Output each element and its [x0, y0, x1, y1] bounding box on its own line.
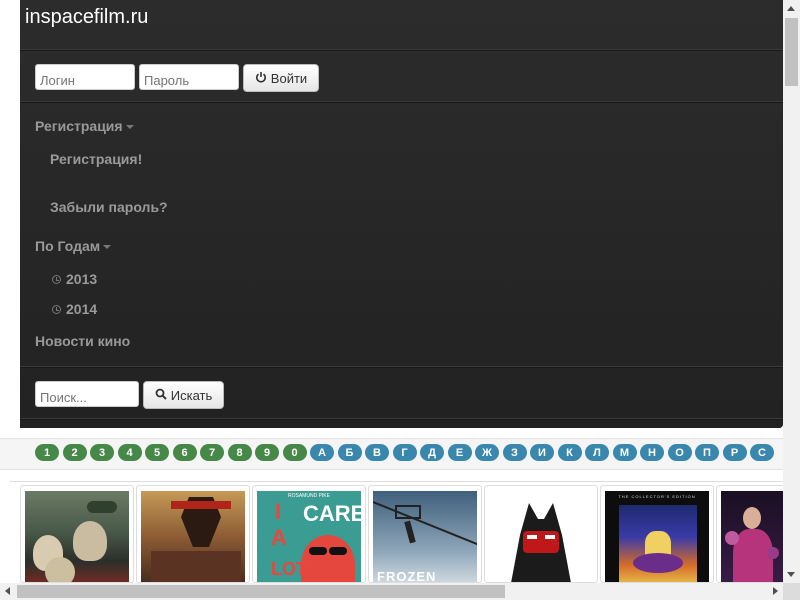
movie-poster[interactable]: [716, 485, 783, 583]
menu-news[interactable]: Новости кино: [35, 333, 130, 349]
menu-item-year-2013[interactable]: 2013: [52, 271, 97, 287]
power-icon: [255, 71, 267, 86]
alphabet-badge-letter[interactable]: И: [530, 444, 554, 461]
menu-registration-label: Регистрация: [35, 118, 123, 134]
poster-top-text: THE COLLECTOR'S EDITION: [618, 494, 696, 499]
horizontal-scrollbar[interactable]: [0, 583, 783, 600]
movie-poster[interactable]: THE COLLECTOR'S EDITION: [600, 485, 714, 583]
alphabet-badge-digit[interactable]: 9: [255, 444, 279, 461]
top-navbar: inspacefilm.ru Войти Регистрация Регистр…: [0, 0, 783, 428]
poster-image: [141, 491, 245, 582]
movie-poster[interactable]: [136, 485, 250, 583]
poster-top-text: ROSAMUND PIKE: [288, 493, 330, 499]
page-viewport: inspacefilm.ru Войти Регистрация Регистр…: [0, 0, 783, 583]
poster-title-i: I: [275, 499, 282, 524]
search-button[interactable]: Искать: [143, 381, 224, 409]
poster-title-care: CARE: [303, 501, 361, 526]
menu-item-forgot-password[interactable]: Забыли пароль?: [50, 199, 168, 215]
alphabet-badge-letter[interactable]: М: [612, 444, 637, 461]
poster-image: [25, 491, 129, 582]
alphabet-badge-letter[interactable]: Г: [392, 444, 417, 461]
alphabet-badge-digit[interactable]: 4: [117, 444, 142, 461]
alphabet-badge-letter[interactable]: А: [310, 444, 334, 461]
alphabet-badge-letter[interactable]: Л: [585, 444, 609, 461]
navbar-divider: [20, 101, 783, 103]
poster-image: FROZEN: [373, 491, 477, 583]
alphabet-badge-digit[interactable]: 2: [62, 444, 87, 461]
alphabet-badge-letter[interactable]: Б: [337, 444, 362, 461]
alphabet-badge-letter[interactable]: Д: [420, 444, 444, 461]
alphabet-badge-letter[interactable]: Ж: [475, 444, 499, 461]
alphabet-badge-letter[interactable]: Н: [640, 444, 664, 461]
horizontal-scroll-thumb[interactable]: [17, 585, 505, 598]
navbar-divider: [20, 418, 783, 420]
alphabet-badge-digit[interactable]: 0: [282, 444, 307, 461]
alphabet-badge-letter[interactable]: З: [502, 444, 527, 461]
search-input[interactable]: [35, 381, 139, 407]
search-icon: [155, 388, 167, 403]
alphabet-badge-digit[interactable]: 7: [200, 444, 224, 461]
movie-poster[interactable]: [484, 485, 598, 583]
login-button[interactable]: Войти: [243, 64, 319, 92]
year-label: 2013: [66, 271, 98, 287]
alphabet-badge-letter[interactable]: Р: [722, 444, 747, 461]
poster-image: THE COLLECTOR'S EDITION: [605, 491, 709, 582]
year-label: 2014: [66, 301, 98, 317]
poster-image: [489, 491, 593, 582]
caret-down-icon: [125, 125, 134, 130]
alphabet-badge-letter[interactable]: Е: [447, 444, 472, 461]
alphabet-badge-letter[interactable]: С: [750, 444, 774, 461]
brand-link[interactable]: inspacefilm.ru: [25, 6, 148, 29]
menu-by-years-label: По Годам: [35, 238, 101, 254]
scroll-left-arrow-icon[interactable]: [5, 587, 10, 595]
alphabet-badge-letter[interactable]: П: [695, 444, 719, 461]
movie-poster[interactable]: ROSAMUND PIKE I CARE A LOT: [252, 485, 366, 583]
poster-image: [721, 491, 783, 582]
alphabet-badge-digit[interactable]: 1: [35, 444, 59, 461]
poster-title-lot: LOT: [271, 559, 307, 579]
scroll-right-arrow-icon[interactable]: [773, 587, 778, 595]
caret-down-icon: [103, 245, 112, 250]
navbar-gutter: [0, 0, 20, 428]
scroll-down-arrow-icon[interactable]: [787, 572, 795, 577]
menu-item-year-2014[interactable]: 2014: [52, 301, 97, 317]
movie-poster[interactable]: FROZEN: [368, 485, 482, 583]
poster-title-a: A: [271, 525, 287, 550]
clock-icon: [52, 304, 61, 314]
login-button-label: Войти: [270, 70, 308, 86]
alphabet-badge-digit[interactable]: 6: [172, 444, 197, 461]
alphabet-badge-letter[interactable]: К: [557, 444, 582, 461]
scrollbar-corner: [783, 583, 800, 600]
menu-item-register[interactable]: Регистрация!: [50, 151, 142, 167]
navbar-divider: [20, 49, 783, 51]
login-input[interactable]: [35, 64, 135, 90]
alphabet-badge-digit[interactable]: 3: [90, 444, 114, 461]
search-button-label: Искать: [170, 387, 213, 403]
password-input[interactable]: [139, 64, 239, 90]
alphabet-badge-letter[interactable]: В: [365, 444, 389, 461]
menu-by-years[interactable]: По Годам: [35, 238, 112, 254]
alphabet-badge-letter[interactable]: О: [667, 444, 692, 461]
poster-image: ROSAMUND PIKE I CARE A LOT: [257, 491, 361, 582]
menu-registration[interactable]: Регистрация: [35, 118, 134, 134]
vertical-scrollbar[interactable]: [783, 0, 800, 583]
navbar-divider: [20, 366, 783, 368]
vertical-scroll-thumb[interactable]: [785, 18, 798, 86]
alphabet-badges: 1234567890АБВГДЕЖЗИКЛМНОПРС: [35, 444, 774, 461]
movie-poster[interactable]: [20, 485, 134, 583]
clock-icon: [52, 274, 61, 284]
alphabet-badge-digit[interactable]: 5: [145, 444, 169, 461]
poster-title: FROZEN: [377, 569, 437, 583]
scroll-up-arrow-icon[interactable]: [787, 6, 795, 11]
alphabet-badge-digit[interactable]: 8: [227, 444, 252, 461]
